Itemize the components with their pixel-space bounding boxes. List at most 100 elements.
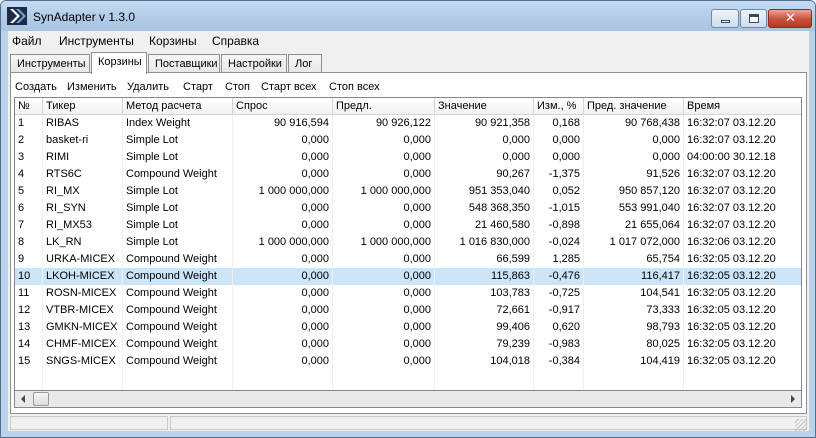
horizontal-scrollbar[interactable] bbox=[14, 391, 802, 408]
table-cell: 11 bbox=[15, 285, 43, 302]
table-row[interactable]: 13 GMKN-MICEX Compound Weight 0,000 0,000 99,… bbox=[15, 319, 801, 336]
table-cell: 79,239 bbox=[435, 336, 534, 353]
table-row[interactable]: 3 RIMI Simple Lot 0,000 0,000 0,000 0,000 0,000… bbox=[15, 149, 801, 166]
scroll-thumb[interactable] bbox=[33, 392, 49, 406]
table-cell: 14 bbox=[15, 336, 43, 353]
table-cell: -1,375 bbox=[534, 166, 584, 183]
table-cell: 2 bbox=[15, 132, 43, 149]
table-cell: 98,793 bbox=[584, 319, 684, 336]
table-cell: -1,015 bbox=[534, 200, 584, 217]
column-header[interactable]: Метод расчета bbox=[123, 98, 233, 115]
edit-button[interactable]: Изменить bbox=[67, 81, 117, 93]
column-header[interactable]: Значение bbox=[435, 98, 534, 115]
baskets-table[interactable]: № Тикер Метод расчета Спрос Предл. Значение Из… bbox=[14, 97, 802, 391]
table-cell: Compound Weight bbox=[123, 251, 233, 268]
table-row[interactable]: 11 ROSN-MICEX Compound Weight 0,000 0,000 103… bbox=[15, 285, 801, 302]
table-cell: 0,000 bbox=[233, 166, 333, 183]
table-row[interactable]: 1 RIBAS Index Weight 90 916,594 90 926,122 90… bbox=[15, 115, 801, 132]
maximize-button[interactable] bbox=[740, 9, 767, 28]
table-cell: Compound Weight bbox=[123, 336, 233, 353]
start-all-button[interactable]: Старт всех bbox=[261, 81, 317, 93]
tab-instruments[interactable]: Инструменты bbox=[10, 54, 90, 73]
table-row[interactable]: 9 URKA-MICEX Compound Weight 0,000 0,000 66,5… bbox=[15, 251, 801, 268]
column-header[interactable]: Время bbox=[684, 98, 801, 115]
table-cell: 16:32:05 03.12.20 bbox=[684, 251, 801, 268]
table-cell: 90 768,438 bbox=[584, 115, 684, 132]
app-window: SynAdapter v 1.3.0 ✕ Файл Инструменты Ко… bbox=[0, 0, 816, 438]
table-cell: RI_MX bbox=[43, 183, 123, 200]
table-cell: 16:32:05 03.12.20 bbox=[684, 268, 801, 285]
tab-log[interactable]: Лог bbox=[288, 54, 322, 73]
table-row[interactable]: 2 basket-ri Simple Lot 0,000 0,000 0,000 0,000… bbox=[15, 132, 801, 149]
menu-file[interactable]: Файл bbox=[12, 34, 42, 48]
table-cell: 10 bbox=[15, 268, 43, 285]
table-cell: 548 368,350 bbox=[435, 200, 534, 217]
status-pane-1 bbox=[10, 416, 168, 430]
table-cell: basket-ri bbox=[43, 132, 123, 149]
table-cell: 0,168 bbox=[534, 115, 584, 132]
table-row[interactable]: 7 RI_MX53 Simple Lot 0,000 0,000 21 460,580 -0… bbox=[15, 217, 801, 234]
table-cell: 1 017 072,000 bbox=[584, 234, 684, 251]
table-cell: 1,285 bbox=[534, 251, 584, 268]
column-header[interactable]: Пред. значение bbox=[584, 98, 684, 115]
table-cell: 66,599 bbox=[435, 251, 534, 268]
column-header[interactable]: Спрос bbox=[233, 98, 333, 115]
table-cell: VTBR-MICEX bbox=[43, 302, 123, 319]
table-cell: -0,917 bbox=[534, 302, 584, 319]
table-cell: 0,000 bbox=[233, 268, 333, 285]
table-cell: 21 655,064 bbox=[584, 217, 684, 234]
tab-baskets[interactable]: Корзины bbox=[91, 52, 147, 74]
menu-instruments[interactable]: Инструменты bbox=[59, 34, 134, 48]
column-header[interactable]: № bbox=[15, 98, 43, 115]
table-cell: 115,863 bbox=[435, 268, 534, 285]
tab-strip: Инструменты Корзины Поставщики Настройки… bbox=[8, 52, 809, 74]
scroll-right-button[interactable] bbox=[784, 391, 801, 407]
table-cell: 116,417 bbox=[584, 268, 684, 285]
table-cell: 91,526 bbox=[584, 166, 684, 183]
column-header[interactable]: Тикер bbox=[43, 98, 123, 115]
table-cell: 1 bbox=[15, 115, 43, 132]
table-row[interactable]: 5 RI_MX Simple Lot 1 000 000,000 1 000 000,0… bbox=[15, 183, 801, 200]
menu-help[interactable]: Справка bbox=[212, 34, 259, 48]
minimize-button[interactable] bbox=[711, 9, 739, 28]
stop-button[interactable]: Стоп bbox=[225, 81, 250, 93]
window-title: SynAdapter v 1.3.0 bbox=[33, 10, 136, 24]
table-cell: CHMF-MICEX bbox=[43, 336, 123, 353]
tab-providers[interactable]: Поставщики bbox=[148, 54, 220, 73]
table-cell: Index Weight bbox=[123, 115, 233, 132]
column-header[interactable]: Изм., % bbox=[534, 98, 584, 115]
close-button[interactable]: ✕ bbox=[768, 9, 812, 28]
delete-button[interactable]: Удалить bbox=[127, 81, 169, 93]
column-header[interactable]: Предл. bbox=[333, 98, 435, 115]
table-cell: 1 000 000,000 bbox=[233, 183, 333, 200]
table-cell: 0,000 bbox=[233, 132, 333, 149]
table-row[interactable]: 14 CHMF-MICEX Compound Weight 0,000 0,000 79,… bbox=[15, 336, 801, 353]
scroll-left-button[interactable] bbox=[15, 391, 32, 407]
table-cell: 6 bbox=[15, 200, 43, 217]
table-row[interactable]: 10 LKOH-MICEX Compound Weight 0,000 0,000 115… bbox=[15, 268, 801, 285]
resize-grip-icon[interactable] bbox=[795, 419, 807, 431]
table-cell: 16:32:07 03.12.20 bbox=[684, 166, 801, 183]
table-cell: 65,754 bbox=[584, 251, 684, 268]
table-cell: 99,406 bbox=[435, 319, 534, 336]
table-cell: 90 921,358 bbox=[435, 115, 534, 132]
table-cell: 3 bbox=[15, 149, 43, 166]
table-row[interactable]: 15 SNGS-MICEX Compound Weight 0,000 0,000 104… bbox=[15, 353, 801, 370]
table-cell: Simple Lot bbox=[123, 234, 233, 251]
table-cell: 0,000 bbox=[435, 149, 534, 166]
table-row[interactable]: 6 RI_SYN Simple Lot 0,000 0,000 548 368,350 -1… bbox=[15, 200, 801, 217]
start-button[interactable]: Старт bbox=[183, 81, 213, 93]
stop-all-button[interactable]: Стоп всех bbox=[329, 81, 380, 93]
menu-baskets[interactable]: Корзины bbox=[149, 34, 197, 48]
table-row[interactable]: 12 VTBR-MICEX Compound Weight 0,000 0,000 72,… bbox=[15, 302, 801, 319]
title-bar[interactable]: SynAdapter v 1.3.0 ✕ bbox=[1, 1, 815, 31]
table-row[interactable]: 8 LK_RN Simple Lot 1 000 000,000 1 000 000,0… bbox=[15, 234, 801, 251]
table-cell: Compound Weight bbox=[123, 353, 233, 370]
table-cell: Simple Lot bbox=[123, 217, 233, 234]
table-cell: 9 bbox=[15, 251, 43, 268]
toolbar: Создать Изменить Удалить Старт Стоп Стар… bbox=[11, 73, 806, 95]
table-row[interactable]: 4 RTS6C Compound Weight 0,000 0,000 90,267 -1,… bbox=[15, 166, 801, 183]
tab-settings[interactable]: Настройки bbox=[221, 54, 287, 73]
table-cell: 90,267 bbox=[435, 166, 534, 183]
create-button[interactable]: Создать bbox=[15, 81, 57, 93]
